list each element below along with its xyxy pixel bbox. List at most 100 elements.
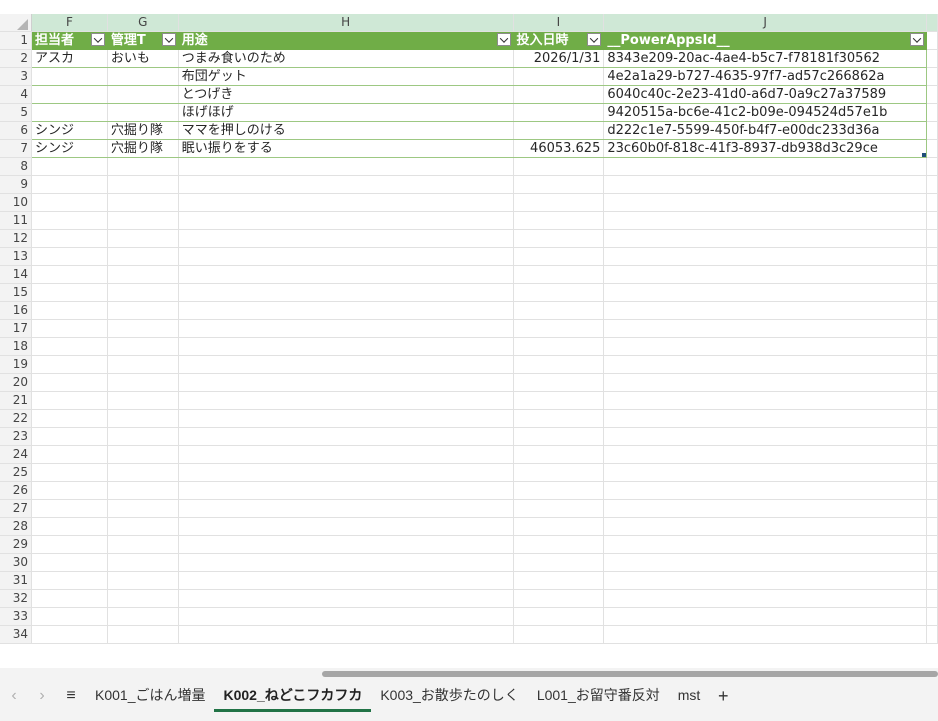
- cell[interactable]: [926, 49, 938, 68]
- filter-dropdown-button[interactable]: [161, 33, 176, 46]
- header-cell-tonyu[interactable]: 投入日時: [513, 31, 605, 50]
- cell[interactable]: [603, 481, 927, 500]
- cell[interactable]: [178, 301, 514, 320]
- table-cell[interactable]: シンジ: [31, 121, 108, 140]
- cell[interactable]: [513, 337, 605, 356]
- cell[interactable]: [31, 445, 108, 464]
- sheet-list-menu-icon[interactable]: ≡: [56, 687, 86, 705]
- table-cell[interactable]: [31, 67, 108, 86]
- cell[interactable]: [513, 301, 605, 320]
- row-number[interactable]: 24: [0, 445, 32, 464]
- cell[interactable]: [107, 301, 179, 320]
- cell[interactable]: [926, 625, 938, 644]
- cell[interactable]: [107, 373, 179, 392]
- table-cell[interactable]: 6040c40c-2e23-41d0-a6d7-0a9c27a37589: [603, 85, 927, 104]
- cell[interactable]: [178, 427, 514, 446]
- select-all-corner[interactable]: [0, 14, 32, 32]
- cell[interactable]: [513, 481, 605, 500]
- cell[interactable]: [926, 265, 938, 284]
- table-cell[interactable]: [107, 85, 179, 104]
- cell[interactable]: [603, 625, 927, 644]
- header-cell-yoto[interactable]: 用途: [178, 31, 514, 50]
- cell[interactable]: [178, 445, 514, 464]
- cell[interactable]: [513, 571, 605, 590]
- cell[interactable]: [926, 337, 938, 356]
- scrollbar-thumb[interactable]: [322, 671, 938, 677]
- cell[interactable]: [178, 247, 514, 266]
- cell[interactable]: [926, 589, 938, 608]
- cell[interactable]: [178, 589, 514, 608]
- table-cell[interactable]: d222c1e7-5599-450f-b4f7-e00dc233d36a: [603, 121, 927, 140]
- cell[interactable]: [603, 337, 927, 356]
- row-number[interactable]: 23: [0, 427, 32, 446]
- row-number[interactable]: 4: [0, 85, 32, 104]
- cell[interactable]: [178, 229, 514, 248]
- table-cell[interactable]: [107, 103, 179, 122]
- row-number[interactable]: 8: [0, 157, 32, 176]
- table-cell[interactable]: とつげき: [178, 85, 514, 104]
- cell[interactable]: [513, 553, 605, 572]
- cell[interactable]: [603, 607, 927, 626]
- cell[interactable]: [603, 499, 927, 518]
- column-header-k[interactable]: [926, 14, 938, 32]
- cell[interactable]: [107, 211, 179, 230]
- cell[interactable]: [926, 301, 938, 320]
- cell[interactable]: [513, 247, 605, 266]
- cell[interactable]: [603, 265, 927, 284]
- table-cell[interactable]: ママを押しのける: [178, 121, 514, 140]
- cell[interactable]: [926, 499, 938, 518]
- cell[interactable]: [178, 463, 514, 482]
- row-number[interactable]: 12: [0, 229, 32, 248]
- header-cell-powerappsid[interactable]: __PowerAppsId__: [603, 31, 927, 50]
- cell[interactable]: [178, 607, 514, 626]
- cell[interactable]: [926, 607, 938, 626]
- table-cell[interactable]: [513, 67, 605, 86]
- cell[interactable]: [926, 67, 938, 86]
- cell[interactable]: [107, 319, 179, 338]
- cell[interactable]: [31, 175, 108, 194]
- cell[interactable]: [513, 499, 605, 518]
- cell[interactable]: [603, 193, 927, 212]
- cell[interactable]: [178, 265, 514, 284]
- cell[interactable]: [603, 517, 927, 536]
- cell[interactable]: [178, 499, 514, 518]
- cell[interactable]: [107, 157, 179, 176]
- cell[interactable]: [513, 589, 605, 608]
- table-cell[interactable]: 眠い振りをする: [178, 139, 514, 158]
- cell[interactable]: [178, 211, 514, 230]
- cell[interactable]: [178, 355, 514, 374]
- cell[interactable]: [513, 319, 605, 338]
- cell[interactable]: [926, 373, 938, 392]
- cell[interactable]: [513, 193, 605, 212]
- row-number[interactable]: 9: [0, 175, 32, 194]
- cell[interactable]: [31, 211, 108, 230]
- cell[interactable]: [31, 319, 108, 338]
- cell[interactable]: [178, 157, 514, 176]
- row-number[interactable]: 30: [0, 553, 32, 572]
- row-number[interactable]: 7: [0, 139, 32, 158]
- table-cell[interactable]: [513, 121, 605, 140]
- cell[interactable]: [926, 409, 938, 428]
- cell[interactable]: [31, 427, 108, 446]
- row-number[interactable]: 31: [0, 571, 32, 590]
- row-number[interactable]: 16: [0, 301, 32, 320]
- row-number[interactable]: 28: [0, 517, 32, 536]
- cell[interactable]: [926, 175, 938, 194]
- cell[interactable]: [107, 265, 179, 284]
- cell[interactable]: [926, 535, 938, 554]
- cell[interactable]: [926, 481, 938, 500]
- cell[interactable]: [107, 553, 179, 572]
- table-cell[interactable]: つまみ食いのため: [178, 49, 514, 68]
- table-cell[interactable]: 4e2a1a29-b727-4635-97f7-ad57c266862a: [603, 67, 927, 86]
- row-number[interactable]: 34: [0, 625, 32, 644]
- row-number[interactable]: 32: [0, 589, 32, 608]
- header-cell-tanto[interactable]: 担当者: [31, 31, 108, 50]
- cell[interactable]: [31, 229, 108, 248]
- cell[interactable]: [178, 175, 514, 194]
- cell[interactable]: [513, 211, 605, 230]
- cell[interactable]: [31, 607, 108, 626]
- cell[interactable]: [926, 283, 938, 302]
- cell[interactable]: [603, 247, 927, 266]
- cell[interactable]: [107, 193, 179, 212]
- cell[interactable]: [178, 535, 514, 554]
